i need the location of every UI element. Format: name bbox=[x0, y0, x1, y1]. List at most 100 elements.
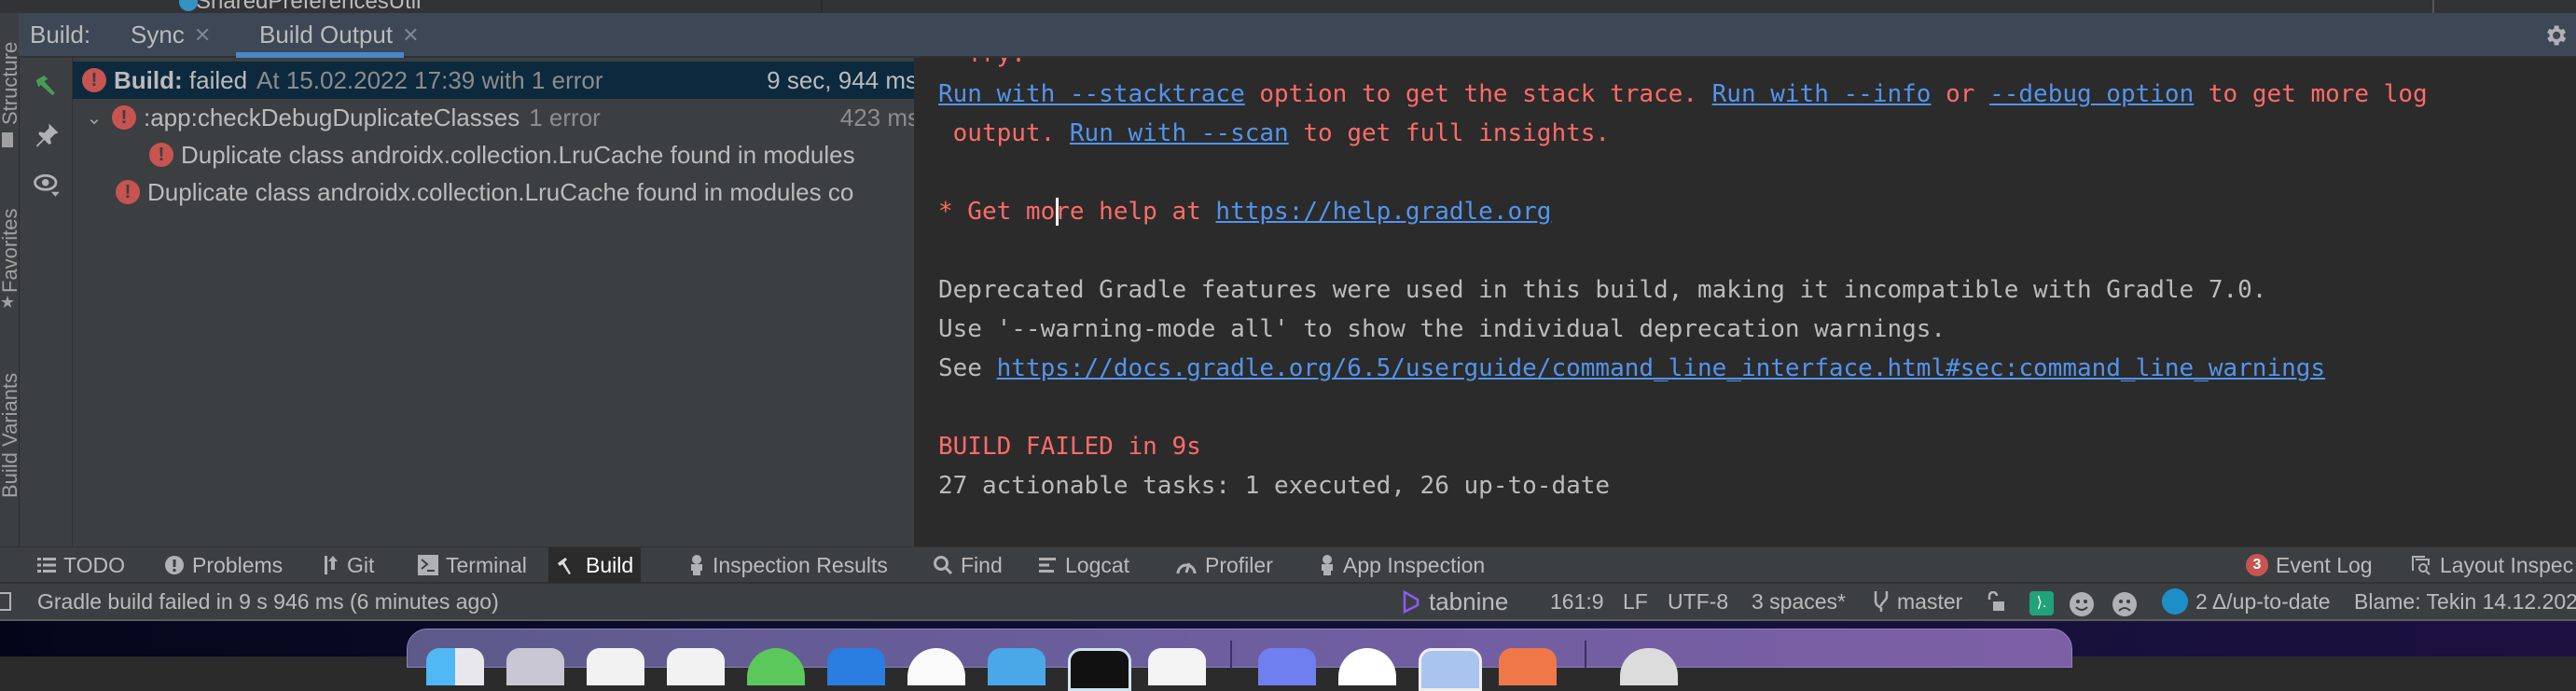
tree-row-build-failed[interactable]: ! Build: failed At 15.02.2022 17:39 with… bbox=[73, 62, 914, 99]
tab-build-output[interactable]: Build Output ✕ bbox=[259, 21, 420, 49]
scan-link[interactable]: Run with --scan bbox=[1070, 119, 1289, 147]
dock-app-launchpad[interactable] bbox=[506, 648, 564, 685]
tree-row-task[interactable]: ⌄ ! :app:checkDebugDuplicateClasses 1 er… bbox=[73, 99, 914, 136]
help-link[interactable]: https://help.gradle.org bbox=[1215, 198, 1551, 226]
console-text: output. bbox=[938, 119, 1070, 147]
dock-trash[interactable] bbox=[1620, 648, 1678, 685]
search-icon bbox=[934, 556, 953, 575]
tool-window-find[interactable]: Find bbox=[925, 547, 1010, 583]
error-icon: ! bbox=[112, 105, 136, 130]
row-detail: 1 error bbox=[529, 103, 601, 131]
text-caret bbox=[1056, 198, 1059, 226]
build-header-label: Build: bbox=[30, 21, 91, 48]
status-message-text: Gradle build failed in 9 s 946 ms (6 min… bbox=[37, 588, 499, 614]
tool-window-label: Terminal bbox=[446, 552, 527, 577]
indent-settings[interactable]: 3 spaces* bbox=[1752, 584, 1846, 619]
tree-row-error[interactable]: ! Duplicate class androidx.collection.Lr… bbox=[73, 173, 914, 211]
close-icon[interactable]: ✕ bbox=[402, 23, 419, 48]
tool-window-label: Logcat bbox=[1065, 552, 1130, 577]
debug-link[interactable]: --debug option bbox=[1989, 80, 2194, 108]
tool-window-build[interactable]: Build bbox=[548, 547, 642, 583]
docs-link[interactable]: https://docs.gradle.org/6.5/userguide/co… bbox=[997, 354, 2325, 382]
dock-app-xcode[interactable] bbox=[988, 648, 1046, 685]
status-message[interactable]: Gradle build failed in 9 s 946 ms (6 min… bbox=[0, 584, 499, 619]
tool-window-layout-inspector[interactable]: Layout Inspec bbox=[2403, 547, 2576, 583]
console-text: option to get the stack trace. bbox=[1244, 80, 1712, 108]
chevron-down-icon[interactable]: ⌄ bbox=[84, 106, 104, 130]
dock-app-inkscape[interactable] bbox=[1338, 648, 1396, 685]
tool-window-logcat[interactable]: Logcat bbox=[1032, 547, 1137, 583]
gear-icon[interactable] bbox=[2542, 22, 2569, 48]
tool-window-profiler[interactable]: Profiler bbox=[1168, 547, 1281, 583]
dock-app-discord[interactable] bbox=[1258, 648, 1316, 685]
build-failed-line: BUILD FAILED in 9s bbox=[938, 433, 1201, 461]
console-line: output. Run with --scan to get full insi… bbox=[938, 117, 1610, 150]
tab-label: Build Output bbox=[259, 21, 394, 48]
dock-app-android-studio[interactable] bbox=[907, 648, 965, 685]
class-icon bbox=[179, 0, 198, 11]
terminal-plugin-icon[interactable]: ⟩. bbox=[2029, 591, 2054, 615]
git-branch[interactable]: master bbox=[1873, 584, 1962, 619]
divider bbox=[821, 0, 823, 13]
console-line: See https://docs.gradle.org/6.5/userguid… bbox=[938, 352, 2325, 385]
dock-app-mail[interactable] bbox=[827, 648, 885, 685]
tool-window-bar: TODO Problems Git Terminal Build Inspect… bbox=[0, 546, 2576, 584]
row-text: Duplicate class androidx.collection.LruC… bbox=[181, 140, 855, 169]
tool-window-git[interactable]: Git bbox=[315, 547, 381, 583]
git-blame[interactable]: Blame: Tekin 14.12.2020 bbox=[2354, 584, 2576, 619]
close-icon[interactable]: ✕ bbox=[194, 23, 211, 48]
pin-icon[interactable] bbox=[33, 121, 61, 149]
tool-window-label: TODO bbox=[63, 552, 126, 577]
file-encoding-text: UTF-8 bbox=[1668, 588, 1729, 614]
vertical-tab-favorites[interactable]: Favorites bbox=[0, 209, 19, 293]
dock-app-postman[interactable] bbox=[1499, 648, 1557, 685]
inspection-icon bbox=[691, 555, 702, 575]
vertical-tab-structure[interactable]: Structure bbox=[0, 42, 19, 125]
caret-position-text: 161:9 bbox=[1550, 588, 1604, 614]
vertical-tab-build-variants[interactable]: Build Variants bbox=[0, 373, 19, 498]
tool-window-terminal[interactable]: Terminal bbox=[410, 547, 534, 583]
dock-app-preview[interactable] bbox=[1148, 648, 1206, 685]
info-link[interactable]: Run with --info bbox=[1712, 80, 1932, 108]
vcs-status-text: 2 Δ/up-to-date bbox=[2195, 588, 2331, 614]
tool-window-app-inspection[interactable]: App Inspection bbox=[1311, 547, 1492, 583]
row-text: Duplicate class androidx.collection.LruC… bbox=[147, 177, 854, 206]
tool-window-event-log[interactable]: 3 Event Log bbox=[2238, 547, 2380, 583]
row-duration: 9 sec, 944 ms bbox=[767, 65, 914, 94]
tree-row-error[interactable]: ! Duplicate class androidx.collection.Lr… bbox=[73, 136, 914, 173]
console-line: * Try: bbox=[938, 58, 1026, 71]
line-separator[interactable]: LF bbox=[1623, 584, 1648, 619]
console-line: Use '--warning-mode all' to show the ind… bbox=[938, 315, 1946, 343]
dock-app-safari[interactable] bbox=[667, 648, 725, 685]
eye-icon[interactable] bbox=[33, 170, 61, 198]
happy-feedback-icon[interactable] bbox=[2069, 591, 2095, 617]
dock-app-window[interactable] bbox=[1419, 648, 1482, 691]
notification-badge: 3 bbox=[2246, 554, 2268, 576]
caret-position[interactable]: 161:9 bbox=[1550, 584, 1604, 619]
hammer-icon[interactable] bbox=[33, 71, 61, 99]
tabnine-widget[interactable]: tabnine bbox=[1401, 584, 1508, 619]
tool-window-problems[interactable]: Problems bbox=[157, 547, 290, 583]
dock-app-terminal[interactable] bbox=[1068, 648, 1131, 691]
vcs-status[interactable]: 2 Δ/up-to-date bbox=[2162, 584, 2331, 619]
vcs-status-icon bbox=[2162, 588, 2188, 615]
tool-window-toggle-icon[interactable] bbox=[0, 592, 11, 611]
tool-window-label: App Inspection bbox=[1343, 552, 1486, 577]
editor-remnant: SharedPreferencesUtil bbox=[0, 0, 2576, 13]
dock-app-chrome[interactable] bbox=[587, 648, 644, 685]
sad-feedback-icon[interactable] bbox=[2112, 591, 2138, 617]
stacktrace-link[interactable]: Run with --stacktrace bbox=[938, 80, 1245, 108]
build-console-output[interactable]: * Try: Run with --stacktrace option to g… bbox=[916, 58, 2576, 546]
unlock-icon[interactable] bbox=[1987, 591, 2005, 612]
tool-window-todo[interactable]: TODO bbox=[30, 547, 132, 583]
console-line: 27 actionable tasks: 1 executed, 26 up-t… bbox=[938, 472, 1611, 500]
tool-window-label: Profiler bbox=[1205, 552, 1273, 577]
tool-window-label: Problems bbox=[192, 552, 284, 577]
macos-dock bbox=[407, 629, 2072, 691]
file-encoding[interactable]: UTF-8 bbox=[1668, 584, 1728, 619]
dock-app-finder[interactable] bbox=[426, 648, 484, 685]
dock-app-messages[interactable] bbox=[747, 648, 805, 685]
tab-sync[interactable]: Sync ✕ bbox=[131, 21, 211, 49]
build-tool-window-header: Build: Sync ✕ Build Output ✕ bbox=[19, 13, 2576, 58]
tool-window-inspection-results[interactable]: Inspection Results bbox=[681, 547, 895, 583]
